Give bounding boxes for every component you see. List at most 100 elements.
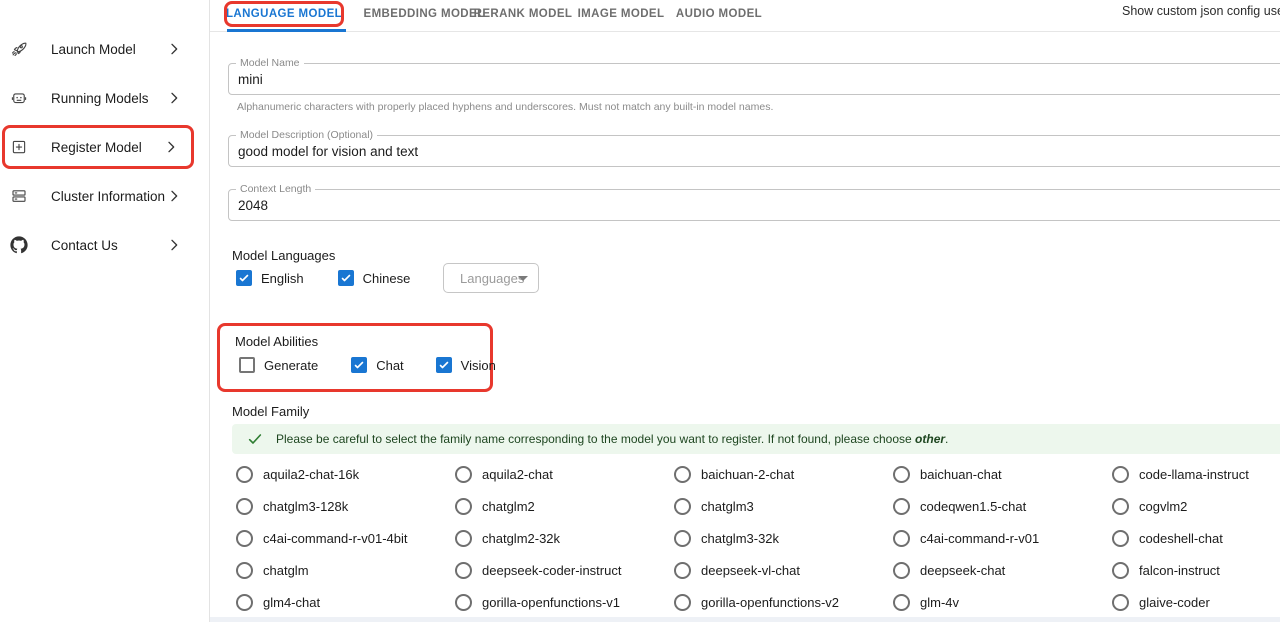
radio-option[interactable]: aquila2-chat (451, 458, 670, 490)
radio-icon (236, 530, 253, 547)
sidebar-item-label: Launch Model (51, 42, 136, 57)
checkbox-icon (236, 270, 252, 286)
radio-option[interactable]: baichuan-chat (889, 458, 1108, 490)
radio-option[interactable]: gorilla-openfunctions-v2 (670, 586, 889, 618)
sidebar-item-cluster-information[interactable]: Cluster Information (2, 174, 194, 218)
languages-select[interactable]: Languages (443, 263, 539, 293)
show-custom-json-config-link[interactable]: Show custom json config used b (1122, 4, 1280, 20)
radio-icon (674, 498, 691, 515)
radio-icon (236, 562, 253, 579)
sidebar-item-contact-us[interactable]: Contact Us (2, 223, 194, 267)
radio-option[interactable]: gorilla-openfunctions-v1 (451, 586, 670, 618)
model-family-options: aquila2-chat-16k aquila2-chat baichuan-2… (232, 458, 1280, 618)
radio-icon (1112, 562, 1129, 579)
check-icon (247, 431, 263, 447)
annotation-box-model-abilities: Model Abilities Generate Chat (217, 323, 493, 392)
sidebar-item-launch-model[interactable]: Launch Model (2, 27, 194, 71)
model-languages-title: Model Languages (232, 248, 335, 263)
radio-option[interactable]: code-llama-instruct (1108, 458, 1280, 490)
model-type-tabbar: LANGUAGE MODEL EMBEDDING MODEL RERANK MO… (210, 0, 1280, 32)
model-name-helper-text: Alphanumeric characters with properly pl… (237, 101, 773, 113)
radio-option[interactable]: chatglm2 (451, 490, 670, 522)
radio-icon (893, 466, 910, 483)
radio-option[interactable]: glm-4v (889, 586, 1108, 618)
radio-option[interactable]: glaive-coder (1108, 586, 1280, 618)
context-length-field[interactable]: Context Length (228, 189, 1280, 221)
model-languages-row: English Chinese Languages (236, 270, 410, 286)
radio-icon (1112, 530, 1129, 547)
radio-icon (674, 594, 691, 611)
context-length-input[interactable] (238, 191, 1238, 219)
radio-option[interactable]: chatglm3-128k (232, 490, 451, 522)
sidebar-item-register-model[interactable]: Register Model (2, 125, 194, 169)
radio-option[interactable]: chatglm3 (670, 490, 889, 522)
chevron-right-icon (166, 188, 182, 204)
radio-option[interactable]: c4ai-command-r-v01 (889, 522, 1108, 554)
radio-option[interactable]: chatglm2-32k (451, 522, 670, 554)
radio-option[interactable]: baichuan-2-chat (670, 458, 889, 490)
rocket-icon (10, 40, 28, 58)
dropdown-caret-icon (518, 276, 528, 281)
radio-icon (893, 562, 910, 579)
plus-square-icon (10, 138, 28, 156)
radio-option[interactable]: deepseek-chat (889, 554, 1108, 586)
register-model-page: Launch Model Running Models (0, 0, 1280, 622)
radio-option[interactable]: glm4-chat (232, 586, 451, 618)
scroll-edge-strip (210, 617, 1280, 622)
checkbox-label: Chinese (363, 271, 411, 286)
cluster-icon (10, 187, 28, 205)
tab-embedding-model[interactable]: EMBEDDING MODEL (368, 0, 480, 28)
tab-rerank-model[interactable]: RERANK MODEL (478, 0, 568, 28)
alert-text: Please be careful to select the family n… (276, 432, 948, 446)
sidebar: Launch Model Running Models (0, 0, 210, 622)
radio-option[interactable]: c4ai-command-r-v01-4bit (232, 522, 451, 554)
radio-icon (893, 530, 910, 547)
radio-icon (1112, 466, 1129, 483)
radio-icon (455, 530, 472, 547)
checkbox-icon (436, 357, 452, 373)
model-name-input[interactable] (238, 65, 1238, 93)
checkbox-label: Generate (264, 358, 318, 373)
radio-option[interactable]: chatglm3-32k (670, 522, 889, 554)
model-description-field[interactable]: Model Description (Optional) (228, 135, 1280, 167)
radio-icon (236, 498, 253, 515)
chevron-right-icon (166, 237, 182, 253)
radio-icon (236, 594, 253, 611)
sidebar-item-label: Cluster Information (51, 189, 165, 204)
radio-icon (1112, 498, 1129, 515)
languages-select-placeholder: Languages (460, 271, 524, 286)
tab-audio-model[interactable]: AUDIO MODEL (674, 0, 764, 28)
radio-icon (674, 530, 691, 547)
radio-option[interactable]: deepseek-coder-instruct (451, 554, 670, 586)
radio-option[interactable]: aquila2-chat-16k (232, 458, 451, 490)
radio-option[interactable]: codeqwen1.5-chat (889, 490, 1108, 522)
checkbox-vision[interactable]: Vision (436, 357, 496, 373)
radio-icon (455, 594, 472, 611)
radio-icon (893, 594, 910, 611)
checkbox-chinese[interactable]: Chinese (338, 270, 411, 286)
sidebar-item-running-models[interactable]: Running Models (2, 76, 194, 120)
checkbox-english[interactable]: English (236, 270, 304, 286)
radio-option[interactable]: chatglm (232, 554, 451, 586)
checkbox-label: Vision (461, 358, 496, 373)
radio-option[interactable]: codeshell-chat (1108, 522, 1280, 554)
model-description-input[interactable] (238, 137, 1238, 165)
radio-icon (893, 498, 910, 515)
robot-icon (10, 89, 28, 107)
radio-option[interactable]: cogvlm2 (1108, 490, 1280, 522)
radio-icon (1112, 594, 1129, 611)
model-name-field[interactable]: Model Name (228, 63, 1280, 95)
model-family-title: Model Family (232, 404, 309, 419)
radio-icon (236, 466, 253, 483)
register-model-form: Model Name Alphanumeric characters with … (210, 32, 1280, 622)
checkbox-chat[interactable]: Chat (351, 357, 403, 373)
radio-icon (455, 562, 472, 579)
checkbox-icon (351, 357, 367, 373)
radio-option[interactable]: deepseek-vl-chat (670, 554, 889, 586)
checkbox-generate[interactable]: Generate (239, 357, 318, 373)
chevron-right-icon (163, 139, 179, 155)
tab-image-model[interactable]: IMAGE MODEL (576, 0, 666, 28)
radio-icon (455, 498, 472, 515)
radio-option[interactable]: falcon-instruct (1108, 554, 1280, 586)
tab-language-model[interactable]: LANGUAGE MODEL (234, 0, 334, 28)
